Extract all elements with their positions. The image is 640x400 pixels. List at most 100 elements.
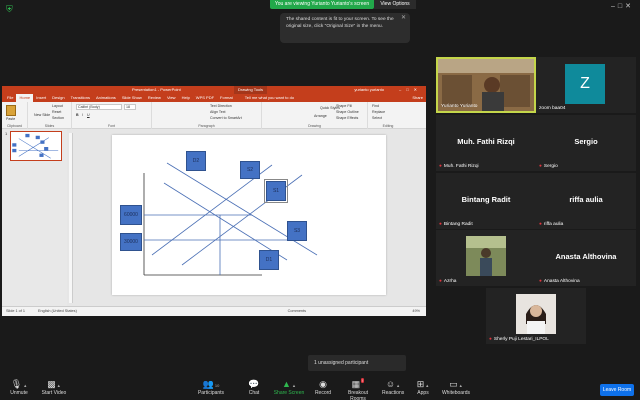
participants-icon: 👥10 bbox=[202, 379, 220, 389]
drawing-label: Drawing bbox=[308, 124, 321, 128]
tab-format[interactable]: Format bbox=[217, 94, 236, 102]
close-icon[interactable]: ✕ bbox=[401, 15, 406, 22]
box-d1[interactable]: D1 bbox=[259, 250, 279, 270]
record-button[interactable]: ◉ Record bbox=[312, 378, 334, 396]
start-video-button[interactable]: ▩▲ Start Video bbox=[38, 378, 70, 396]
thumbnail-graph bbox=[12, 133, 59, 159]
box-s1-selected[interactable]: S1 bbox=[264, 179, 288, 203]
breakout-rooms-button[interactable]: ▦! Breakout Rooms bbox=[340, 378, 376, 400]
bold-button[interactable]: B bbox=[76, 113, 79, 117]
tab-file[interactable]: File bbox=[4, 94, 16, 102]
ppt-window-controls[interactable]: –□✕ bbox=[399, 86, 422, 94]
arrange-button[interactable]: Arrange bbox=[314, 114, 327, 118]
reactions-button[interactable]: ☺▲ Reactions bbox=[382, 378, 404, 396]
muted-mic-icon: ● bbox=[489, 337, 492, 342]
section-button[interactable]: Section bbox=[52, 116, 64, 120]
vertical-ruler bbox=[69, 133, 73, 303]
chat-icon: 💬 bbox=[248, 379, 260, 389]
tab-wps-pdf[interactable]: WPS PDF bbox=[193, 94, 217, 102]
reset-button[interactable]: Reset bbox=[52, 110, 61, 114]
shape-effects-button[interactable]: Shape Effects bbox=[336, 116, 358, 120]
box-d2[interactable]: D2 bbox=[186, 151, 206, 171]
slides-label: Slides bbox=[44, 124, 55, 128]
participant-display-name: Sergio bbox=[574, 137, 598, 146]
ppt-tab-bar: File Home Insert Design Transitions Anim… bbox=[2, 94, 426, 102]
participant-tile-riffa[interactable]: riffa aulia ● riffa aulia bbox=[536, 173, 636, 229]
participant-display-name: riffa aulia bbox=[569, 195, 603, 204]
tell-me-search[interactable]: Tell me what you want to do bbox=[242, 94, 297, 102]
select-button[interactable]: Select bbox=[372, 116, 382, 120]
participant-tile-zoom-baa04[interactable]: Z zoom baa04 bbox=[536, 57, 636, 113]
participant-tile-yurianto[interactable]: Yurianto Yurianto bbox=[436, 57, 536, 113]
participant-name: zoom baa04 bbox=[539, 106, 566, 111]
align-text-button[interactable]: Align Text bbox=[210, 110, 226, 114]
context-tab-label: Drawing Tools bbox=[234, 86, 268, 94]
share-banner[interactable]: You are viewing Yurianto Yurianto's scre… bbox=[270, 0, 374, 9]
slide-canvas[interactable]: D2 S2 S1 60000 30000 S3 D1 bbox=[112, 135, 386, 295]
font-name-select[interactable]: Calibri (Body) bbox=[76, 104, 122, 110]
unmute-button[interactable]: 🎙▲ Unmute bbox=[6, 378, 32, 396]
tab-help[interactable]: Help bbox=[179, 94, 193, 102]
slide-thumbnail[interactable] bbox=[10, 131, 62, 161]
unassigned-participant-notice[interactable]: 1 unassigned participant bbox=[308, 355, 406, 371]
notice-text: The shared content is fit to your screen… bbox=[286, 17, 394, 29]
tab-transitions[interactable]: Transitions bbox=[68, 94, 93, 102]
participant-tile-azrha[interactable]: ● Azrha bbox=[436, 230, 536, 286]
participant-tile-sergio[interactable]: Sergio ● Sergio bbox=[536, 115, 636, 171]
participant-tile-anasta[interactable]: Anasta Althovina ● Anasta Althovina bbox=[536, 230, 636, 286]
participant-tile-fathi[interactable]: Muh. Fathi Rizqi ● Muh. Fathi Rizqi bbox=[436, 115, 536, 171]
video-off-icon: ▩▲ bbox=[47, 379, 61, 389]
paste-button[interactable]: Paste bbox=[6, 117, 15, 121]
whiteboards-button[interactable]: ▭▲ Whiteboards bbox=[440, 378, 472, 396]
participant-display-name: Muh. Fathi Rizqi bbox=[457, 137, 515, 146]
tab-animations[interactable]: Animations bbox=[93, 94, 119, 102]
tab-insert[interactable]: Insert bbox=[33, 94, 49, 102]
ppt-share-button[interactable]: Share bbox=[409, 94, 426, 102]
ppt-status-bar: Slide 1 of 1 English (United States) Com… bbox=[2, 306, 426, 316]
convert-smartart-button[interactable]: Convert to SmartArt bbox=[210, 116, 242, 120]
text-direction-button[interactable]: Text Direction bbox=[210, 104, 232, 108]
comments-button[interactable]: Comments bbox=[288, 307, 306, 316]
shared-screen: Presentation1 - PowerPoint Drawing Tools… bbox=[2, 86, 426, 316]
box-s2[interactable]: S2 bbox=[240, 161, 260, 179]
language-indicator[interactable]: English (United States) bbox=[38, 307, 77, 316]
participant-tile-sherly[interactable]: ● Sherly Puji Lestari_ILPOL bbox=[486, 288, 586, 344]
new-slide-button[interactable]: New Slide bbox=[34, 113, 50, 117]
box-60000[interactable]: 60000 bbox=[120, 205, 142, 225]
tab-view[interactable]: View bbox=[164, 94, 179, 102]
chat-button[interactable]: 💬 Chat bbox=[244, 378, 264, 396]
zoom-meeting-window: ⛨ You are viewing Yurianto Yurianto's sc… bbox=[0, 0, 640, 400]
underline-button[interactable]: U bbox=[87, 113, 90, 117]
shape-outline-button[interactable]: Shape Outline bbox=[336, 110, 359, 114]
muted-mic-icon: ● bbox=[439, 164, 442, 169]
shape-fill-button[interactable]: Shape Fill bbox=[336, 104, 352, 108]
box-30000[interactable]: 30000 bbox=[120, 233, 142, 251]
apps-button[interactable]: ⊞▲ Apps bbox=[415, 378, 431, 396]
find-button[interactable]: Find bbox=[372, 104, 379, 108]
tab-slide-show[interactable]: Slide Show bbox=[119, 94, 145, 102]
participant-tile-bintang[interactable]: Bintang Radit ● Bintang Radit bbox=[436, 173, 536, 229]
muted-mic-icon: ● bbox=[439, 222, 442, 227]
font-size-select[interactable]: 18 bbox=[124, 104, 136, 110]
zoom-level[interactable]: 49% bbox=[412, 307, 420, 316]
participants-button[interactable]: 👥10 Participants bbox=[196, 378, 226, 396]
replace-button[interactable]: Replace bbox=[372, 110, 385, 114]
paste-icon[interactable] bbox=[6, 105, 16, 116]
clipboard-group: Paste Clipboard bbox=[2, 102, 28, 129]
layout-button[interactable]: Layout bbox=[52, 104, 63, 108]
view-options-button[interactable]: View Options bbox=[374, 0, 416, 9]
shield-icon[interactable]: ⛨ bbox=[6, 4, 16, 14]
slide-number: 1 bbox=[5, 131, 8, 136]
user-name: yurianto yurianto bbox=[354, 87, 384, 92]
share-screen-button[interactable]: ▲▲ Share Screen bbox=[272, 378, 306, 396]
tab-review[interactable]: Review bbox=[145, 94, 164, 102]
leave-room-button[interactable]: Leave Room bbox=[600, 384, 634, 396]
tab-design[interactable]: Design bbox=[49, 94, 67, 102]
italic-button[interactable]: I bbox=[82, 113, 83, 117]
record-icon: ◉ bbox=[319, 379, 327, 389]
window-controls[interactable]: –□✕ bbox=[611, 2, 634, 10]
document-title: Presentation1 - PowerPoint bbox=[132, 87, 181, 92]
participant-name: ● Azrha bbox=[439, 279, 457, 284]
tab-home[interactable]: Home bbox=[16, 94, 34, 102]
box-s3[interactable]: S3 bbox=[287, 221, 307, 241]
